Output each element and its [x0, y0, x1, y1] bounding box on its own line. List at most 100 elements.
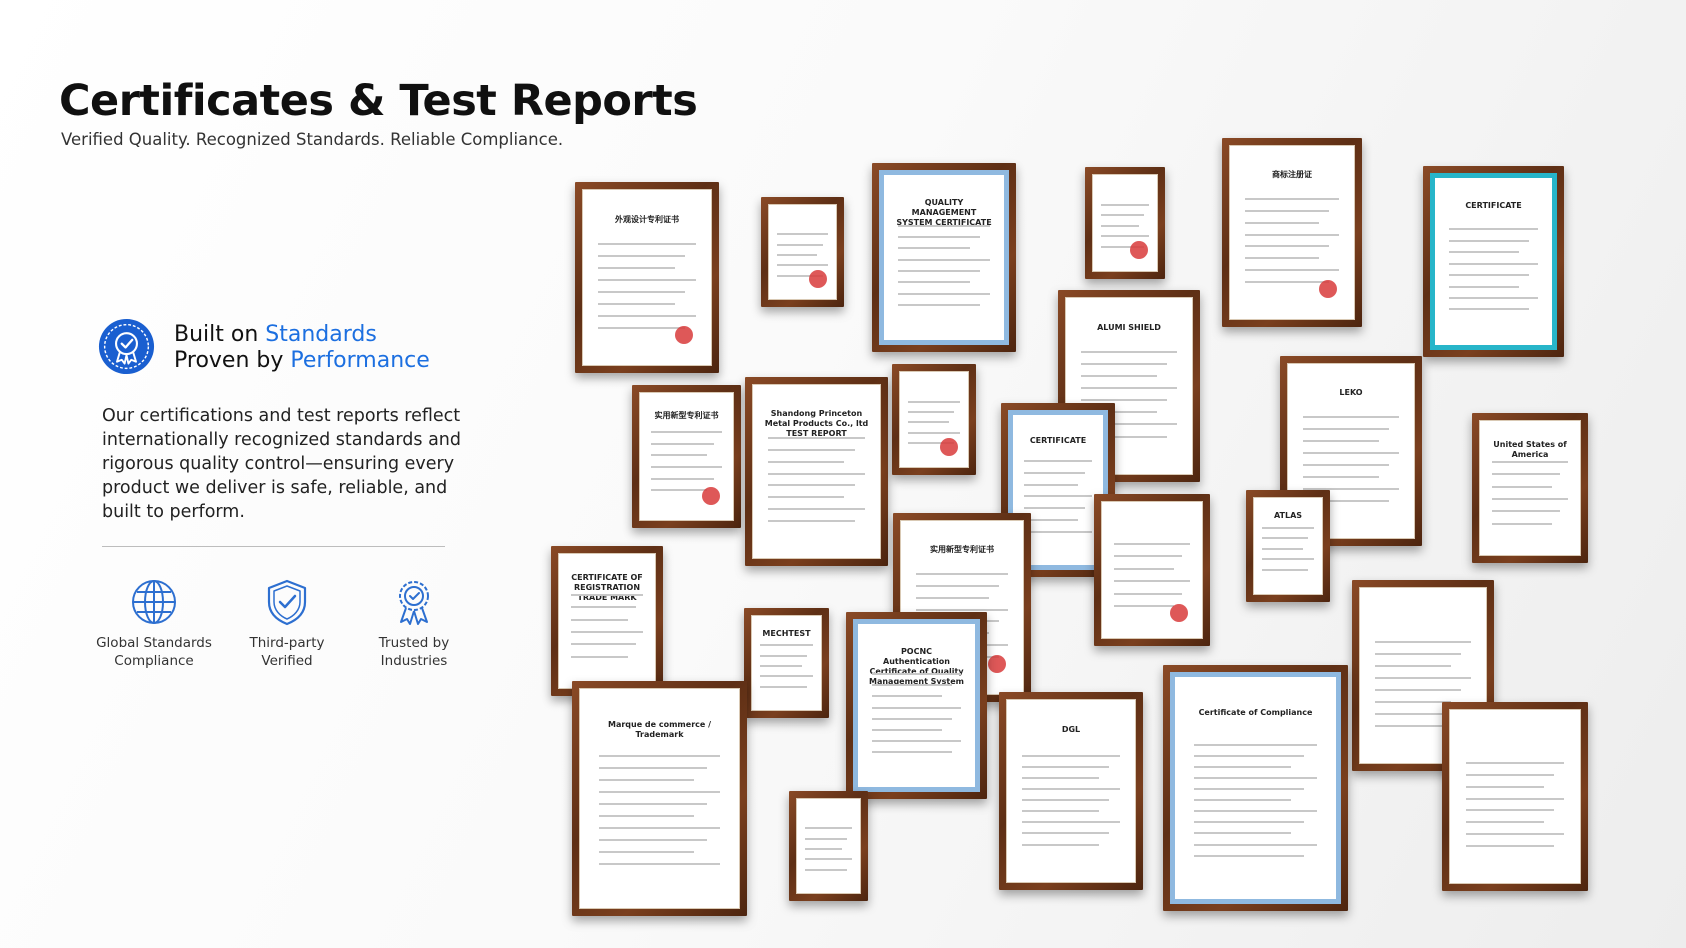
feature-label-line2: Compliance: [114, 653, 194, 669]
certificate-text-line: [915, 572, 1009, 575]
certificate-document: 实用新型专利证书: [900, 520, 1024, 695]
certificate-text-line: [1303, 499, 1389, 502]
certificate-text-line: [1375, 724, 1461, 727]
certificate-text-line: [1303, 476, 1379, 478]
certificate-text-line: [1465, 773, 1554, 776]
red-seal-stamp: [808, 269, 827, 288]
certificate-text-line: [1023, 518, 1078, 521]
certificate-text-line: [898, 235, 980, 238]
certificate-text-line: [651, 431, 722, 434]
certificate-text-line: [872, 695, 943, 698]
certificate-frame: Shandong Princeton Metal Products Co., l…: [745, 377, 888, 566]
certificate-text-line: [768, 460, 845, 463]
certificate-text-line: [1492, 498, 1568, 501]
certificate-text-line: [1465, 821, 1544, 824]
certificate-text-line: [598, 290, 686, 293]
certificate-document: [1101, 501, 1203, 639]
certificate-frame: Marque de commerce / Trademark: [572, 681, 747, 916]
tagline-accent-standards: Standards: [265, 322, 377, 347]
certificate-frame: ALUMI SHIELD: [1058, 290, 1200, 482]
certificate-text-line: [1465, 833, 1565, 836]
certificate-frame: QUALITY MANAGEMENT SYSTEM CERTIFICATE: [872, 163, 1016, 352]
certificate-text-line: [1244, 221, 1320, 224]
certificate-text-line: [1244, 197, 1340, 200]
award-ribbon-icon: [399, 581, 429, 625]
certificate-text-line: [1081, 411, 1157, 414]
certificate-text-line: [1449, 308, 1529, 311]
certificate-text-line: [1449, 239, 1529, 242]
red-seal-stamp: [1130, 241, 1149, 260]
feature-trusted-by-industries: Trusted by Industries: [349, 578, 479, 670]
certificate-text-line: [1023, 507, 1085, 510]
certificate-text-line: [598, 242, 696, 245]
certificate-text-line: [1375, 652, 1461, 655]
certificate-text-line: [599, 778, 695, 781]
award-badge-icon: [98, 318, 155, 375]
section-divider: [102, 546, 445, 547]
certificate-frame: [1442, 702, 1588, 891]
certificate-text-line: [570, 643, 636, 646]
certificate-text-line: [1449, 228, 1538, 231]
certificate-text-line: [1023, 495, 1093, 498]
certificate-heading: QUALITY MANAGEMENT SYSTEM CERTIFICATE: [896, 198, 992, 228]
certificate-document: [899, 371, 969, 468]
feature-label-line2: Industries: [380, 653, 448, 669]
page-subtitle: Verified Quality. Recognized Standards. …: [61, 130, 564, 149]
certificate-text-line: [1022, 821, 1120, 824]
certificate-frame: 实用新型专利证书: [632, 385, 741, 528]
certificate-text-line: [1194, 799, 1291, 802]
certificate-text-line: [898, 258, 990, 261]
certificate-document: [1359, 587, 1487, 764]
certificate-text-line: [1023, 471, 1085, 474]
certificate-text-line: [1244, 233, 1340, 236]
certificate-text-line: [1244, 269, 1340, 272]
certificate-text-line: [898, 269, 980, 272]
certificate-document: [1092, 174, 1158, 272]
certificate-text-line: [599, 863, 720, 866]
certificate-text-line: [1262, 547, 1303, 550]
certificate-text-line: [768, 484, 855, 487]
certificate-text-line: [1081, 375, 1157, 377]
certificate-text-line: [872, 728, 943, 731]
certificate-text-line: [1449, 262, 1538, 265]
certificate-text-line: [1194, 832, 1291, 835]
certificate-text-line: [1022, 810, 1100, 813]
certificate-text-line: [1375, 700, 1451, 703]
certificate-text-line: [804, 868, 848, 871]
certificate-text-line: [598, 302, 676, 305]
certificate-text-line: [872, 751, 952, 754]
certificate-text-line: [1244, 209, 1330, 212]
feature-label-line1: Trusted by: [378, 635, 450, 651]
certificate-document: LEKO: [1287, 363, 1415, 539]
certificate-text-line: [1303, 487, 1399, 490]
certificate-text-line: [1492, 510, 1560, 513]
feature-label-line2: Verified: [261, 653, 313, 669]
certificate-text-line: [777, 253, 818, 256]
feature-third-party-verified: Third-party Verified: [222, 578, 352, 670]
certificate-text-line: [651, 489, 707, 492]
certificate-text-line: [898, 303, 980, 306]
red-seal-stamp: [1450, 724, 1469, 742]
certificate-text-line: [768, 472, 865, 475]
certificate-text-line: [1081, 435, 1167, 438]
certificate-text-line: [1194, 788, 1304, 790]
certificate-text-line: [1023, 530, 1093, 533]
certificate-text-line: [1492, 485, 1552, 488]
certificate-text-line: [804, 837, 848, 840]
globe-icon: [132, 580, 176, 624]
certificate-text-line: [915, 596, 989, 599]
certificate-heading: MECHTEST: [762, 629, 811, 639]
certificate-text-line: [1194, 843, 1317, 846]
certificate-text-line: [908, 400, 960, 403]
certificate-text-line: [599, 790, 720, 793]
certificate-document: Marque de commerce / Trademark: [579, 688, 740, 909]
certificate-text-line: [1465, 761, 1565, 764]
certificate-text-line: [908, 410, 955, 413]
certificate-text-line: [872, 684, 952, 687]
certificate-text-line: [1375, 712, 1471, 715]
certificate-text-line: [1022, 754, 1120, 757]
certificate-text-line: [1303, 428, 1389, 431]
certificate-text-line: [915, 656, 999, 659]
certificate-frame: 实用新型专利证书: [893, 513, 1031, 702]
certificate-text-line: [1022, 776, 1100, 779]
